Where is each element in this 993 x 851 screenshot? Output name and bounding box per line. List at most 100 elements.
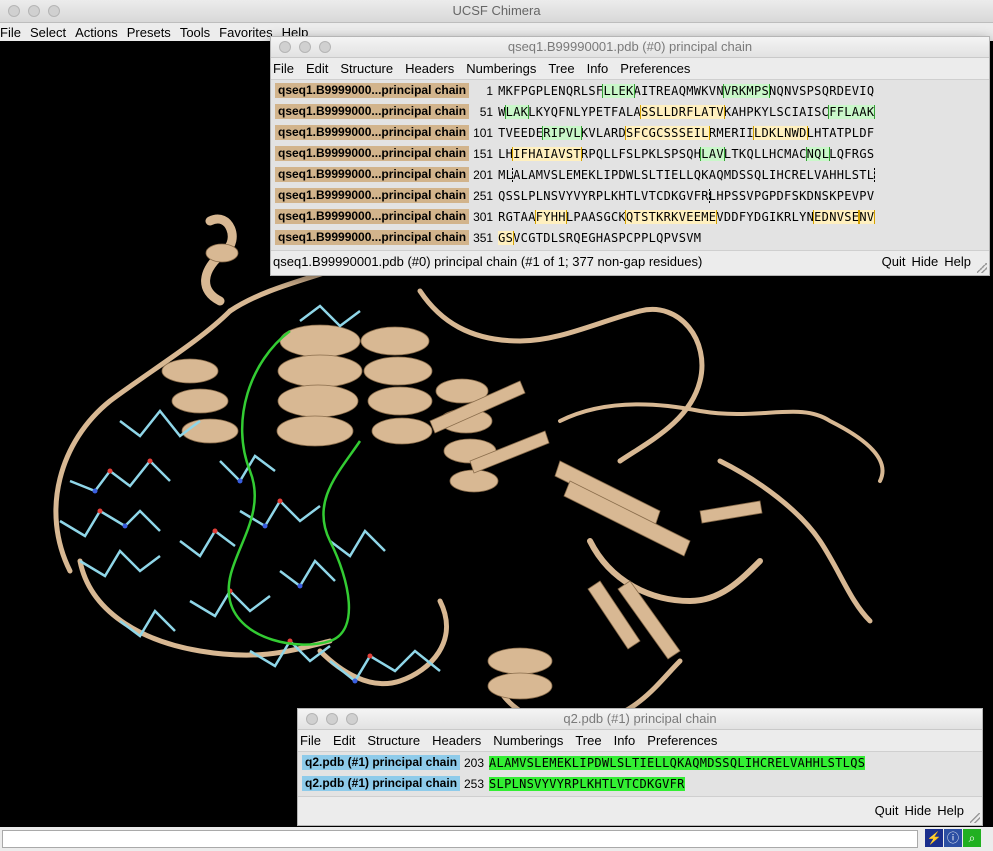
resize-grip[interactable] [970, 813, 980, 823]
sequence-name-label[interactable]: qseq1.B9999000...principal chain [275, 167, 470, 182]
menu-actions[interactable]: Actions [75, 25, 127, 40]
strand-region[interactable]: VRKMPS [722, 83, 771, 98]
sequence-segment[interactable]: AITREAQMWKVN [634, 84, 724, 98]
sequence-residues[interactable]: GSVCGTDLSRQEGHASPCPPLQPVSVM [498, 230, 989, 245]
sequence-segment[interactable]: LTKQLLHCMAC [724, 147, 807, 161]
zoom-window-button[interactable] [319, 41, 331, 53]
sequence-segment[interactable]: KVLARD [581, 126, 626, 140]
strand-region[interactable]: RIPVL [542, 125, 582, 140]
sequence-row[interactable]: qseq1.B9999000...principal chain 101 TVEED… [271, 122, 989, 143]
zoom-window-button[interactable] [48, 5, 60, 17]
sequence-segment[interactable]: LKYQFNLYPETFALA [528, 105, 641, 119]
sequence-residues[interactable]: MKFPGPLENQRLSFLLEKAITREAQMWKVNVRKMPSNQNV… [498, 83, 989, 98]
strand-region[interactable]: LAK [504, 104, 530, 119]
info-icon[interactable]: ⓘ [944, 829, 962, 847]
sequence-name-label[interactable]: qseq1.B9999000...principal chain [275, 188, 470, 203]
quit-button[interactable]: Quit [875, 797, 899, 825]
sequence-name-label[interactable]: qseq1.B9999000...principal chain [275, 83, 470, 98]
search-icon[interactable]: ⌕ [963, 829, 981, 847]
help-button[interactable]: Help [944, 251, 971, 273]
sequence-segment[interactable]: RMERII [709, 126, 754, 140]
sequence-segment[interactable]: RGTAA [498, 210, 536, 224]
hide-button[interactable]: Hide [905, 797, 932, 825]
sequence-segment[interactable]: LHTATPLDF [807, 126, 875, 140]
sequence-row[interactable]: q2.pdb (#1) principal chain 203 ALAMVSLEME… [298, 752, 982, 773]
sequence-segment[interactable]: ML [498, 168, 513, 182]
menu-tree[interactable]: Tree [548, 61, 574, 76]
helix-region[interactable]: SFCGCSSSEIL [625, 125, 710, 140]
sequence-segment[interactable]: W [498, 105, 506, 119]
resize-grip[interactable] [977, 263, 987, 273]
menu-headers[interactable]: Headers [432, 733, 481, 748]
sequence-segment[interactable]: MKFPGPLENQRLSF [498, 84, 603, 98]
strand-region[interactable]: LLEK [602, 83, 635, 98]
helix-region[interactable]: GS [498, 230, 515, 245]
sequence-row[interactable]: qseq1.B9999000...principal chain 1 MKFPGPL… [271, 80, 989, 101]
sequence-residues[interactable]: TVEEDERIPVLKVLARDSFCGCSSSEILRMERIILDKLNW… [498, 125, 989, 140]
sequence-row[interactable]: qseq1.B9999000...principal chain 201 MLALA… [271, 164, 989, 185]
strand-region[interactable]: NQL [805, 146, 831, 161]
sequence-segment[interactable]: RPQLLFSLPKLSPSQH [581, 147, 701, 161]
sequence-alignment-area[interactable]: q2.pdb (#1) principal chain 203 ALAMVSLEME… [298, 751, 982, 797]
sequence-name-label[interactable]: qseq1.B9999000...principal chain [275, 230, 470, 245]
sequence-row[interactable]: qseq1.B9999000...principal chain 151 LHIFH… [271, 143, 989, 164]
menu-file[interactable]: File [273, 61, 294, 76]
menu-edit[interactable]: Edit [333, 733, 355, 748]
sequence-name-label[interactable]: q2.pdb (#1) principal chain [302, 776, 461, 791]
selected-region[interactable]: QSSLPLNSVYVYRPLKHTLVTCDKGVFR [498, 188, 710, 203]
help-button[interactable]: Help [937, 797, 964, 825]
hide-button[interactable]: Hide [912, 251, 939, 273]
helix-region[interactable]: SSLLDRFLATV [640, 104, 725, 119]
helix-region[interactable]: EDNVSE [813, 209, 861, 224]
sequence-name-label[interactable]: qseq1.B9999000...principal chain [275, 146, 470, 161]
menu-select[interactable]: Select [30, 25, 75, 40]
menu-edit[interactable]: Edit [306, 61, 328, 76]
sequence-segment[interactable]: LH [498, 147, 513, 161]
sequence-residues[interactable]: ALAMVSLEMEKLIPDWLSLTIELLQKAQMDSSQLIHCREL… [489, 755, 866, 770]
menu-file[interactable]: File [300, 733, 321, 748]
sequence-name-label[interactable]: qseq1.B9999000...principal chain [275, 104, 470, 119]
sequence-residues[interactable]: WLAKLKYQFNLYPETFALASSLLDRFLATVKAHPKYLSCI… [498, 104, 989, 119]
quit-button[interactable]: Quit [882, 251, 906, 273]
sequence-row[interactable]: qseq1.B9999000...principal chain 251 QSSLP… [271, 185, 989, 206]
sequence-segment[interactable]: LQFRGS [829, 147, 874, 161]
zoom-window-button[interactable] [346, 713, 358, 725]
sequence-segment[interactable]: TVEEDE [498, 126, 543, 140]
sequence-residues[interactable]: MLALAMVSLEMEKLIPDWLSLTIELLQKAQMDSSQLIHCR… [498, 167, 989, 182]
menu-file[interactable]: File [0, 25, 30, 40]
sequence-segment[interactable]: VCGTDLSRQEGHASPCPPLQPVSVM [513, 231, 701, 245]
command-line-input[interactable] [2, 830, 918, 848]
helix-region[interactable]: FYHH [534, 209, 567, 224]
strand-region[interactable]: LAV [700, 146, 725, 161]
sequence-residues[interactable]: QSSLPLNSVYVYRPLKHTLVTCDKGVFRLHPSSVPGPDFS… [498, 188, 989, 203]
sequence-name-label[interactable]: qseq1.B9999000...principal chain [275, 209, 470, 224]
sequence-name-label[interactable]: qseq1.B9999000...principal chain [275, 125, 470, 140]
close-window-button[interactable] [8, 5, 20, 17]
minimize-window-button[interactable] [326, 713, 338, 725]
sequence-name-label[interactable]: q2.pdb (#1) principal chain [302, 755, 461, 770]
sequence-residues[interactable]: LHIFHAIAVSTRPQLLFSLPKLSPSQHLAVLTKQLLHCMA… [498, 146, 989, 161]
sequence-segment[interactable]: KAHPKYLSCIAISC [724, 105, 829, 119]
menu-presets[interactable]: Presets [127, 25, 180, 40]
menu-numberings[interactable]: Numberings [466, 61, 536, 76]
sequence-segment[interactable]: LPAASGCK [566, 210, 626, 224]
sequence-residues[interactable]: SLPLNSVYVYRPLKHTLVTCDKGVFR [489, 776, 685, 791]
sequence-row[interactable]: qseq1.B9999000...principal chain 301 RGTAA… [271, 206, 989, 227]
menu-numberings[interactable]: Numberings [493, 733, 563, 748]
menu-structure[interactable]: Structure [340, 61, 393, 76]
close-window-button[interactable] [279, 41, 291, 53]
strand-region[interactable]: FFLAAK [828, 104, 876, 119]
helix-region[interactable]: NV [858, 209, 876, 224]
menu-info[interactable]: Info [587, 61, 609, 76]
lightning-icon[interactable]: ⚡ [925, 829, 943, 847]
minimize-window-button[interactable] [299, 41, 311, 53]
sequence-segment[interactable]: VDDFYDGIKRLYN [716, 210, 814, 224]
sequence-segment[interactable]: LHPSSVPGPDFSKDNSKPEVPV [709, 189, 875, 203]
close-window-button[interactable] [306, 713, 318, 725]
menu-preferences[interactable]: Preferences [620, 61, 690, 76]
menu-headers[interactable]: Headers [405, 61, 454, 76]
menu-info[interactable]: Info [614, 733, 636, 748]
sequence-residues[interactable]: RGTAAFYHHLPAASGCKQTSTKRKVEEMEVDDFYDGIKRL… [498, 209, 989, 224]
sequence-alignment-area[interactable]: qseq1.B9999000...principal chain 1 MKFPGPL… [271, 79, 989, 251]
minimize-window-button[interactable] [28, 5, 40, 17]
